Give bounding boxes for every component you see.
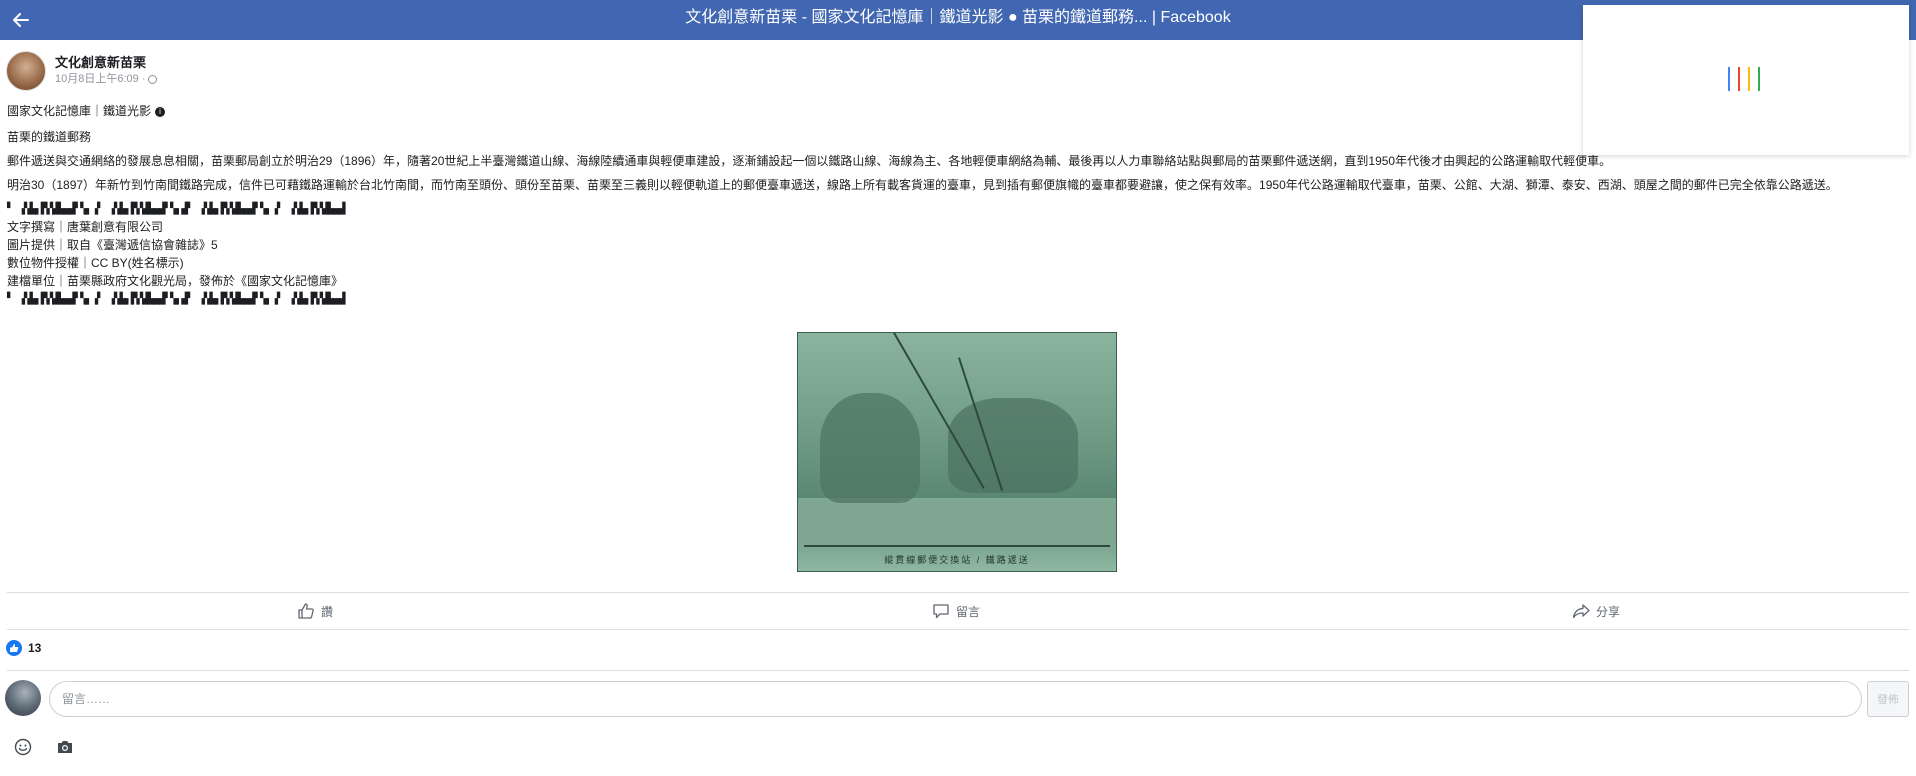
decorative-divider: ▘ ▗▚▙▖▛▞▟▙▄▟▘▚▖▗▘ ▗▚▙▖▛▞▟▙▄▟▘▚▖▟▘ ▗▚▙▖▛▞… (7, 202, 345, 215)
post-action-bar: 讚 留言 分享 (7, 592, 1909, 630)
post-headline: 苗栗的鐵道郵務 (7, 130, 92, 144)
loading-spinner (1728, 67, 1760, 91)
photo-caption: 縱貫線郵便交換站 / 鐵路遞送 (884, 555, 1030, 565)
photo-ground (798, 498, 1116, 548)
share-label: 分享 (1596, 604, 1621, 619)
camera-icon (58, 741, 72, 753)
like-button[interactable]: 讚 (297, 593, 333, 629)
reaction-summary[interactable]: 13 (6, 638, 41, 658)
author-name[interactable]: 文化創意新苗栗 (55, 55, 157, 71)
comment-input[interactable] (49, 681, 1862, 717)
post-header: 文化創意新苗栗 10月8日上午6:09 · (6, 50, 158, 92)
author-block: 文化創意新苗栗 10月8日上午6:09 · (55, 55, 158, 87)
photo-button[interactable] (54, 736, 76, 758)
emoji-button[interactable] (12, 736, 34, 758)
viewer-avatar (5, 680, 41, 716)
photo-figures-left (820, 393, 920, 503)
post-series-line: 國家文化記憶庫｜鐵道光影 i (7, 102, 1907, 120)
comment-composer: 發佈 (5, 680, 1909, 720)
like-label: 讚 (321, 604, 334, 619)
series-text: 國家文化記憶庫｜鐵道光影 (7, 104, 152, 118)
credit-image: 圖片提供｜取自《臺灣遞信協會雜誌》5 (7, 238, 218, 252)
globe-icon (148, 74, 158, 84)
thumbs-up-icon (298, 603, 314, 619)
post-photo[interactable]: 縱貫線郵便交換站 / 鐵路遞送 (797, 332, 1117, 572)
like-reaction-icon (6, 640, 22, 656)
smiley-icon (14, 738, 32, 756)
page-avatar[interactable] (6, 51, 46, 91)
credit-text: 文字撰寫｜唐葉創意有限公司 (7, 220, 164, 234)
post-timestamp[interactable]: 10月8日上午6:09 · (55, 71, 145, 87)
spinner-bar (1758, 67, 1760, 91)
decorative-divider: ▘ ▗▚▙▖▛▞▟▙▄▟▘▚▖▗▘ ▗▚▙▖▛▞▟▙▄▟▘▚▖▟▘ ▗▚▙▖▛▞… (7, 292, 345, 305)
share-button[interactable]: 分享 (1572, 593, 1620, 629)
post-paragraph: 郵件遞送與交通網絡的發展息息相關，苗栗郵局創立於明治29（1896）年，隨著20… (7, 154, 1612, 168)
spinner-bar (1748, 67, 1750, 91)
comment-label: 留言 (956, 604, 981, 619)
comment-button[interactable]: 留言 (932, 593, 980, 629)
reaction-count: 13 (28, 641, 42, 655)
post-paragraph: 明治30（1897）年新竹到竹南間鐵路完成，信件已可藉鐵路運輸於台北竹南間，而竹… (7, 178, 1838, 192)
post-body: 國家文化記憶庫｜鐵道光影 i 苗栗的鐵道郵務 郵件遞送與交通網絡的發展息息相關，苗… (7, 102, 1907, 308)
section-divider (7, 670, 1909, 671)
comment-tools (12, 736, 76, 758)
info-icon: i (155, 106, 166, 117)
credit-organization: 建檔單位｜苗栗縣政府文化觀光局，發佈於《國家文化記憶庫》 (7, 274, 344, 288)
spinner-bar (1728, 67, 1730, 91)
spinner-bar (1738, 67, 1740, 91)
photo-figures-right (948, 398, 1078, 493)
comment-bubble-icon (933, 604, 949, 619)
post-comment-button[interactable]: 發佈 (1867, 681, 1909, 717)
credit-license: 數位物件授權｜CC BY(姓名標示) (7, 256, 184, 270)
photo-rail (804, 545, 1110, 547)
post-meta: 10月8日上午6:09 · (55, 71, 158, 87)
share-arrow-icon (1572, 604, 1590, 619)
